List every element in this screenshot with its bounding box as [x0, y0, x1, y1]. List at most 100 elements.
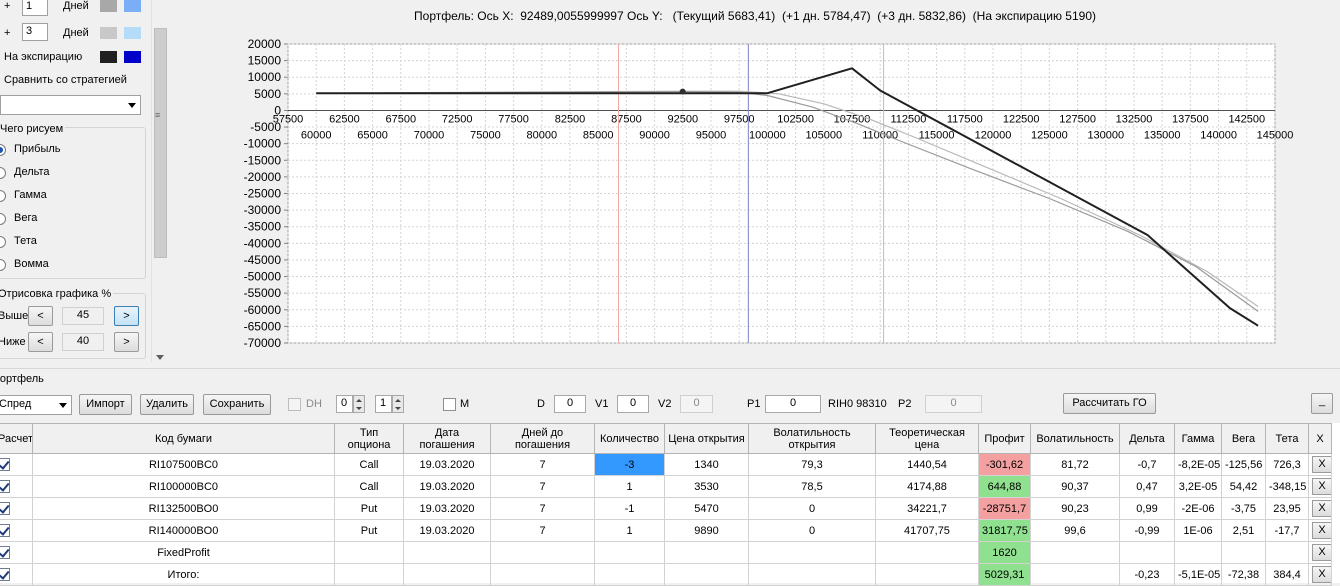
- cell-theta[interactable]: [1265, 541, 1309, 564]
- calc-checkbox[interactable]: [0, 546, 10, 559]
- cell-open-price[interactable]: 1340: [664, 453, 749, 476]
- cell-days[interactable]: [490, 563, 595, 586]
- cell-open-vol[interactable]: 0: [748, 519, 876, 542]
- col-header-delta[interactable]: Дельта: [1119, 423, 1175, 454]
- below-value[interactable]: 40: [62, 333, 104, 351]
- col-header-days[interactable]: Дней до погашения: [490, 423, 595, 454]
- cell-theta[interactable]: -17,7: [1265, 519, 1309, 542]
- d-input[interactable]: 0: [554, 395, 586, 413]
- p1-input[interactable]: 0: [765, 395, 821, 413]
- spin-a-arrows[interactable]: [353, 395, 365, 413]
- above-increase-button[interactable]: >: [114, 306, 139, 326]
- color-swatch-1b[interactable]: [124, 0, 141, 12]
- cell-open-price[interactable]: 3530: [664, 475, 749, 498]
- m-checkbox[interactable]: [443, 398, 456, 411]
- cell-date[interactable]: 19.03.2020: [403, 453, 491, 476]
- color-swatch-expiry-b[interactable]: [124, 51, 141, 63]
- cell-qty[interactable]: [594, 541, 665, 564]
- cell-theor-price[interactable]: 41707,75: [875, 519, 979, 542]
- table-row[interactable]: RI140000BO0 Put 19.03.2020 7 1 9890 0 41707,75 3…: [0, 519, 1332, 542]
- cell-type[interactable]: Put: [334, 497, 404, 520]
- table-row[interactable]: Итого: 5029,31 -0,23 -5,1E-05 -72,38 384,4 X: [0, 563, 1332, 586]
- cell-profit[interactable]: 5029,31: [978, 563, 1031, 586]
- delete-button[interactable]: Удалить: [140, 394, 194, 415]
- cell-calc[interactable]: [0, 475, 33, 498]
- cell-vol[interactable]: 99,6: [1030, 519, 1120, 542]
- cell-calc[interactable]: [0, 563, 33, 586]
- table-row[interactable]: FixedProfit 1620 X: [0, 541, 1332, 564]
- calc-checkbox[interactable]: [0, 524, 10, 537]
- cell-theor-price[interactable]: 4174,88: [875, 475, 979, 498]
- cell-open-price[interactable]: 9890: [664, 519, 749, 542]
- cell-theta[interactable]: 726,3: [1265, 453, 1309, 476]
- above-decrease-button[interactable]: <: [28, 306, 53, 326]
- col-header-code[interactable]: Код бумаги: [32, 423, 335, 454]
- cell-calc[interactable]: [0, 453, 33, 476]
- cell-theor-price[interactable]: [875, 541, 979, 564]
- color-swatch-2a[interactable]: [100, 27, 117, 39]
- cell-vega[interactable]: -72,38: [1221, 563, 1266, 586]
- remove-row-button[interactable]: X: [1312, 544, 1331, 561]
- cell-days[interactable]: [490, 541, 595, 564]
- cell-vol[interactable]: [1030, 563, 1120, 586]
- col-header-profit[interactable]: Профит: [978, 423, 1031, 454]
- col-header-calc[interactable]: Расчет: [0, 423, 33, 454]
- spin-a-input[interactable]: 0: [336, 395, 353, 413]
- table-row[interactable]: RI100000BC0 Call 19.03.2020 7 1 3530 78,5 4174,…: [0, 475, 1332, 498]
- cell-qty[interactable]: -1: [594, 497, 665, 520]
- cell-profit[interactable]: -28751,7: [978, 497, 1031, 520]
- cell-qty[interactable]: 1: [594, 519, 665, 542]
- cell-theta[interactable]: 384,4: [1265, 563, 1309, 586]
- cell-days[interactable]: 7: [490, 475, 595, 498]
- cell-qty[interactable]: [594, 563, 665, 586]
- cell-theor-price[interactable]: 1440,54: [875, 453, 979, 476]
- col-header-qty[interactable]: Количество: [594, 423, 665, 454]
- cell-delta[interactable]: -0,23: [1119, 563, 1175, 586]
- remove-row-button[interactable]: X: [1312, 478, 1331, 495]
- dh-checkbox[interactable]: [288, 398, 301, 411]
- cell-gamma[interactable]: 1E-06: [1174, 519, 1222, 542]
- col-header-open-vol[interactable]: Волатильность открытия: [748, 423, 876, 454]
- cell-profit[interactable]: -301,62: [978, 453, 1031, 476]
- remove-row-button[interactable]: X: [1312, 456, 1331, 473]
- cell-open-price[interactable]: 5470: [664, 497, 749, 520]
- cell-vega[interactable]: [1221, 541, 1266, 564]
- col-header-x[interactable]: X: [1308, 423, 1332, 454]
- spin-b-arrows[interactable]: [392, 395, 404, 413]
- remove-row-button[interactable]: X: [1312, 566, 1331, 583]
- calc-go-button[interactable]: Рассчитать ГО: [1063, 393, 1156, 414]
- cell-type[interactable]: Call: [334, 453, 404, 476]
- left-panel-scrollbar[interactable]: ≡: [151, 0, 168, 362]
- strategy-select[interactable]: Спред: [0, 395, 72, 415]
- cell-date[interactable]: 19.03.2020: [403, 519, 491, 542]
- v2-input[interactable]: 0: [680, 395, 713, 413]
- cell-open-price[interactable]: [664, 563, 749, 586]
- cell-vega[interactable]: -3,75: [1221, 497, 1266, 520]
- scroll-down-icon[interactable]: [156, 355, 164, 360]
- cell-type[interactable]: [334, 563, 404, 586]
- cell-open-vol[interactable]: 79,3: [748, 453, 876, 476]
- cell-delta[interactable]: [1119, 541, 1175, 564]
- cell-gamma[interactable]: -8,2E-05: [1174, 453, 1222, 476]
- spin-b-input[interactable]: 1: [375, 395, 392, 413]
- cell-open-price[interactable]: [664, 541, 749, 564]
- col-header-open-price[interactable]: Цена открытия: [664, 423, 749, 454]
- below-decrease-button[interactable]: <: [28, 332, 53, 352]
- cell-calc[interactable]: [0, 519, 33, 542]
- cell-type[interactable]: Call: [334, 475, 404, 498]
- calc-checkbox[interactable]: [0, 480, 10, 493]
- cell-vega[interactable]: 54,42: [1221, 475, 1266, 498]
- payoff-chart[interactable]: 20000150001000050000-5000-10000-15000-20…: [170, 0, 1340, 368]
- cell-date[interactable]: 19.03.2020: [403, 497, 491, 520]
- v1-input[interactable]: 0: [617, 395, 649, 413]
- cell-days[interactable]: 7: [490, 519, 595, 542]
- cell-code[interactable]: FixedProfit: [32, 541, 335, 564]
- minimize-button[interactable]: _: [1311, 393, 1333, 414]
- cell-delta[interactable]: -0,7: [1119, 453, 1175, 476]
- cell-days[interactable]: 7: [490, 453, 595, 476]
- cell-vol[interactable]: 90,37: [1030, 475, 1120, 498]
- calc-checkbox[interactable]: [0, 502, 10, 515]
- cell-days[interactable]: 7: [490, 497, 595, 520]
- compare-strategy-select[interactable]: [0, 95, 141, 115]
- cell-theor-price[interactable]: [875, 563, 979, 586]
